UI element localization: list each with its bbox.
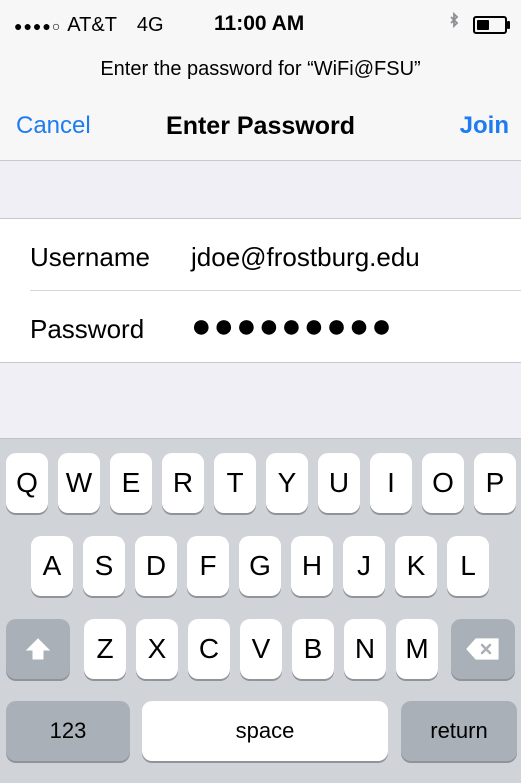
space-key[interactable]: space bbox=[142, 701, 388, 761]
key-u[interactable]: U bbox=[318, 453, 360, 513]
network-type: 4G bbox=[136, 14, 164, 36]
signal-strength: ●●●●○ bbox=[14, 17, 62, 34]
shift-key[interactable] bbox=[6, 619, 70, 679]
key-i[interactable]: I bbox=[370, 453, 412, 513]
password-label: Password bbox=[30, 314, 145, 344]
carrier-name: AT&T bbox=[67, 14, 117, 36]
key-g[interactable]: G bbox=[239, 536, 281, 596]
password-row[interactable]: Password ●●●●●●●●● bbox=[0, 291, 521, 362]
bluetooth-icon bbox=[449, 11, 459, 38]
key-k[interactable]: K bbox=[395, 536, 437, 596]
numbers-key[interactable]: 123 bbox=[6, 701, 130, 761]
status-time: 11:00 AM bbox=[214, 12, 305, 35]
key-l[interactable]: L bbox=[447, 536, 489, 596]
onscreen-keyboard: Q W E R T Y U I O P A S D F G H J K L Z … bbox=[0, 438, 521, 783]
key-j[interactable]: J bbox=[343, 536, 385, 596]
key-x[interactable]: X bbox=[136, 619, 178, 679]
status-bar: ●●●●○ AT&T 4G 11:00 AM bbox=[0, 0, 521, 44]
battery-icon bbox=[473, 16, 510, 34]
key-s[interactable]: S bbox=[83, 536, 125, 596]
key-o[interactable]: O bbox=[422, 453, 464, 513]
username-row[interactable]: Username jdoe@frostburg.edu bbox=[0, 219, 521, 291]
battery-level bbox=[477, 20, 489, 30]
key-v[interactable]: V bbox=[240, 619, 282, 679]
page-title: Enter Password bbox=[166, 112, 355, 140]
credentials-form: Username jdoe@frostburg.edu Password ●●●… bbox=[0, 218, 521, 363]
delete-key[interactable] bbox=[451, 619, 515, 679]
key-f[interactable]: F bbox=[187, 536, 229, 596]
top-navigation-area: ●●●●○ AT&T 4G 11:00 AM Enter the passwor… bbox=[0, 0, 521, 161]
return-key[interactable]: return bbox=[401, 701, 517, 761]
key-d[interactable]: D bbox=[135, 536, 177, 596]
key-e[interactable]: E bbox=[110, 453, 152, 513]
status-right bbox=[449, 11, 510, 38]
wifi-prompt: Enter the password for “WiFi@FSU” bbox=[100, 58, 421, 80]
key-y[interactable]: Y bbox=[266, 453, 308, 513]
key-b[interactable]: B bbox=[292, 619, 334, 679]
key-c[interactable]: C bbox=[188, 619, 230, 679]
delete-icon bbox=[466, 638, 500, 660]
key-q[interactable]: Q bbox=[6, 453, 48, 513]
key-n[interactable]: N bbox=[344, 619, 386, 679]
key-w[interactable]: W bbox=[58, 453, 100, 513]
navigation-bar: Cancel Enter Password Join bbox=[0, 108, 521, 148]
keyboard-row-4: 123 space return bbox=[0, 701, 521, 773]
key-m[interactable]: M bbox=[396, 619, 438, 679]
key-r[interactable]: R bbox=[162, 453, 204, 513]
key-p[interactable]: P bbox=[474, 453, 516, 513]
join-button[interactable]: Join bbox=[460, 112, 509, 140]
wifi-password-screen: ●●●●○ AT&T 4G 11:00 AM Enter the passwor… bbox=[0, 0, 521, 783]
keyboard-row-1: Q W E R T Y U I O P bbox=[0, 453, 521, 525]
password-field[interactable]: ●●●●●●●●● bbox=[191, 307, 394, 346]
shift-icon bbox=[25, 637, 51, 661]
key-a[interactable]: A bbox=[31, 536, 73, 596]
keyboard-row-3: Z X C V B N M bbox=[0, 619, 521, 691]
username-field[interactable]: jdoe@frostburg.edu bbox=[191, 242, 420, 273]
status-left: ●●●●○ AT&T 4G bbox=[14, 14, 164, 37]
key-h[interactable]: H bbox=[291, 536, 333, 596]
keyboard-row-2: A S D F G H J K L bbox=[0, 536, 521, 608]
key-z[interactable]: Z bbox=[84, 619, 126, 679]
username-label: Username bbox=[30, 242, 150, 272]
key-t[interactable]: T bbox=[214, 453, 256, 513]
